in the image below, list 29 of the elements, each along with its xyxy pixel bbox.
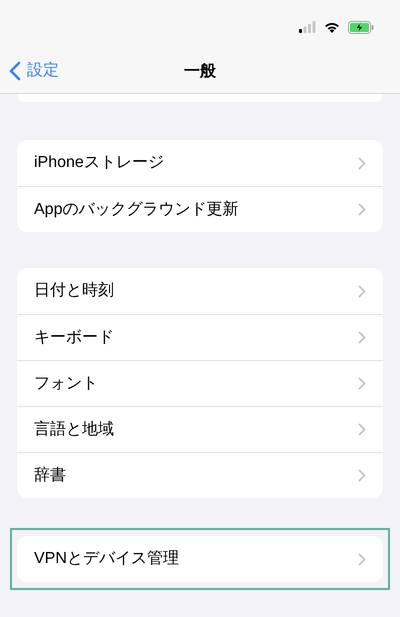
chevron-right-icon [358, 331, 366, 344]
settings-row[interactable]: iPhoneストレージ [17, 140, 383, 186]
row-label: Appのバックグラウンド更新 [34, 200, 240, 220]
chevron-left-icon [9, 60, 21, 80]
row-label: VPNとデバイス管理 [34, 549, 180, 569]
row-label: キーボード [34, 328, 115, 348]
row-label: フォント [34, 374, 99, 394]
row-label: 日付と時刻 [34, 280, 115, 301]
settings-row[interactable]: キーボード [17, 314, 383, 360]
settings-row[interactable]: VPNとデバイス管理 [17, 536, 383, 582]
wifi-icon [324, 21, 340, 33]
chevron-right-icon [358, 284, 366, 298]
row-label: 言語と地域 [34, 420, 115, 440]
row-label: 辞書 [34, 466, 67, 486]
settings-row[interactable]: 辞書 [17, 452, 383, 498]
battery-charging-icon [348, 20, 374, 34]
settings-row[interactable]: Appのバックグラウンド更新 [17, 186, 383, 232]
chevron-right-icon [358, 203, 366, 216]
chevron-right-icon [358, 156, 366, 170]
settings-row[interactable]: フォント [17, 360, 383, 406]
chevron-right-icon [358, 377, 366, 390]
settings-row[interactable]: 日付と時刻 [17, 268, 383, 314]
chevron-right-icon [358, 552, 366, 566]
row-label: iPhoneストレージ [34, 153, 165, 173]
screen-title: 一般 [184, 62, 216, 82]
settings-row[interactable]: 言語と地域 [17, 406, 383, 452]
signal-icon [299, 21, 316, 33]
chevron-right-icon [358, 423, 366, 436]
chevron-right-icon [358, 469, 366, 482]
